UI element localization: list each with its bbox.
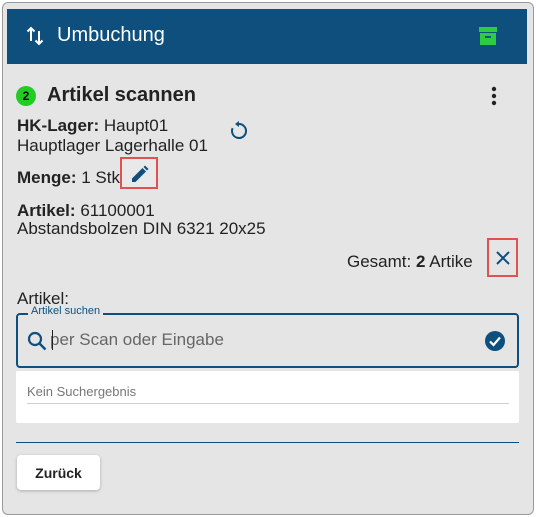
page-title: Umbuchung	[57, 24, 165, 46]
hk-lager-detail: Hauptlager Lagerhalle 01	[17, 136, 208, 155]
menge-row: Menge: 1 Stk	[17, 168, 120, 188]
hk-lager-label: HK-Lager:	[17, 116, 100, 135]
close-icon	[496, 251, 510, 265]
refresh-icon[interactable]	[228, 120, 250, 142]
artikel-value: 61100001	[80, 201, 155, 220]
menge-value: 1 Stk	[81, 168, 120, 187]
check-circle-icon[interactable]	[484, 330, 506, 352]
results-divider	[27, 403, 509, 404]
search-legend: Artikel suchen	[28, 305, 104, 317]
footer-divider	[16, 442, 519, 443]
artikel-label: Artikel:	[17, 201, 76, 220]
step-number-badge: 2	[16, 86, 36, 106]
search-icon	[27, 331, 47, 351]
gesamt-prefix: Gesamt:	[347, 252, 412, 271]
hk-lager-row: HK-Lager: Haupt01	[17, 116, 168, 136]
app-header: Umbuchung	[7, 9, 527, 64]
more-vert-icon[interactable]	[486, 85, 502, 107]
step-title: Artikel scannen	[47, 84, 196, 106]
gesamt-summary: Gesamt: 2 Artike	[347, 252, 473, 272]
clear-articles-button[interactable]	[487, 238, 518, 277]
menge-label: Menge:	[17, 168, 77, 187]
no-results-text: Kein Suchergebnis	[27, 384, 137, 399]
back-button[interactable]: Zurück	[17, 455, 100, 490]
hk-lager-value: Haupt01	[103, 116, 169, 135]
pencil-icon	[132, 165, 149, 182]
artikel-row: Artikel: 61100001	[17, 201, 155, 221]
gesamt-count: 2	[415, 252, 426, 271]
search-results-panel: Kein Suchergebnis	[16, 371, 519, 423]
text-cursor	[52, 330, 53, 350]
artikel-detail: Abstandsbolzen DIN 6321 20x25	[17, 219, 266, 238]
search-input[interactable]	[50, 328, 470, 352]
archive-box-icon[interactable]	[478, 26, 498, 46]
swap-vertical-icon[interactable]	[26, 26, 44, 46]
gesamt-suffix: Artike	[429, 252, 473, 271]
edit-quantity-button[interactable]	[120, 157, 158, 189]
